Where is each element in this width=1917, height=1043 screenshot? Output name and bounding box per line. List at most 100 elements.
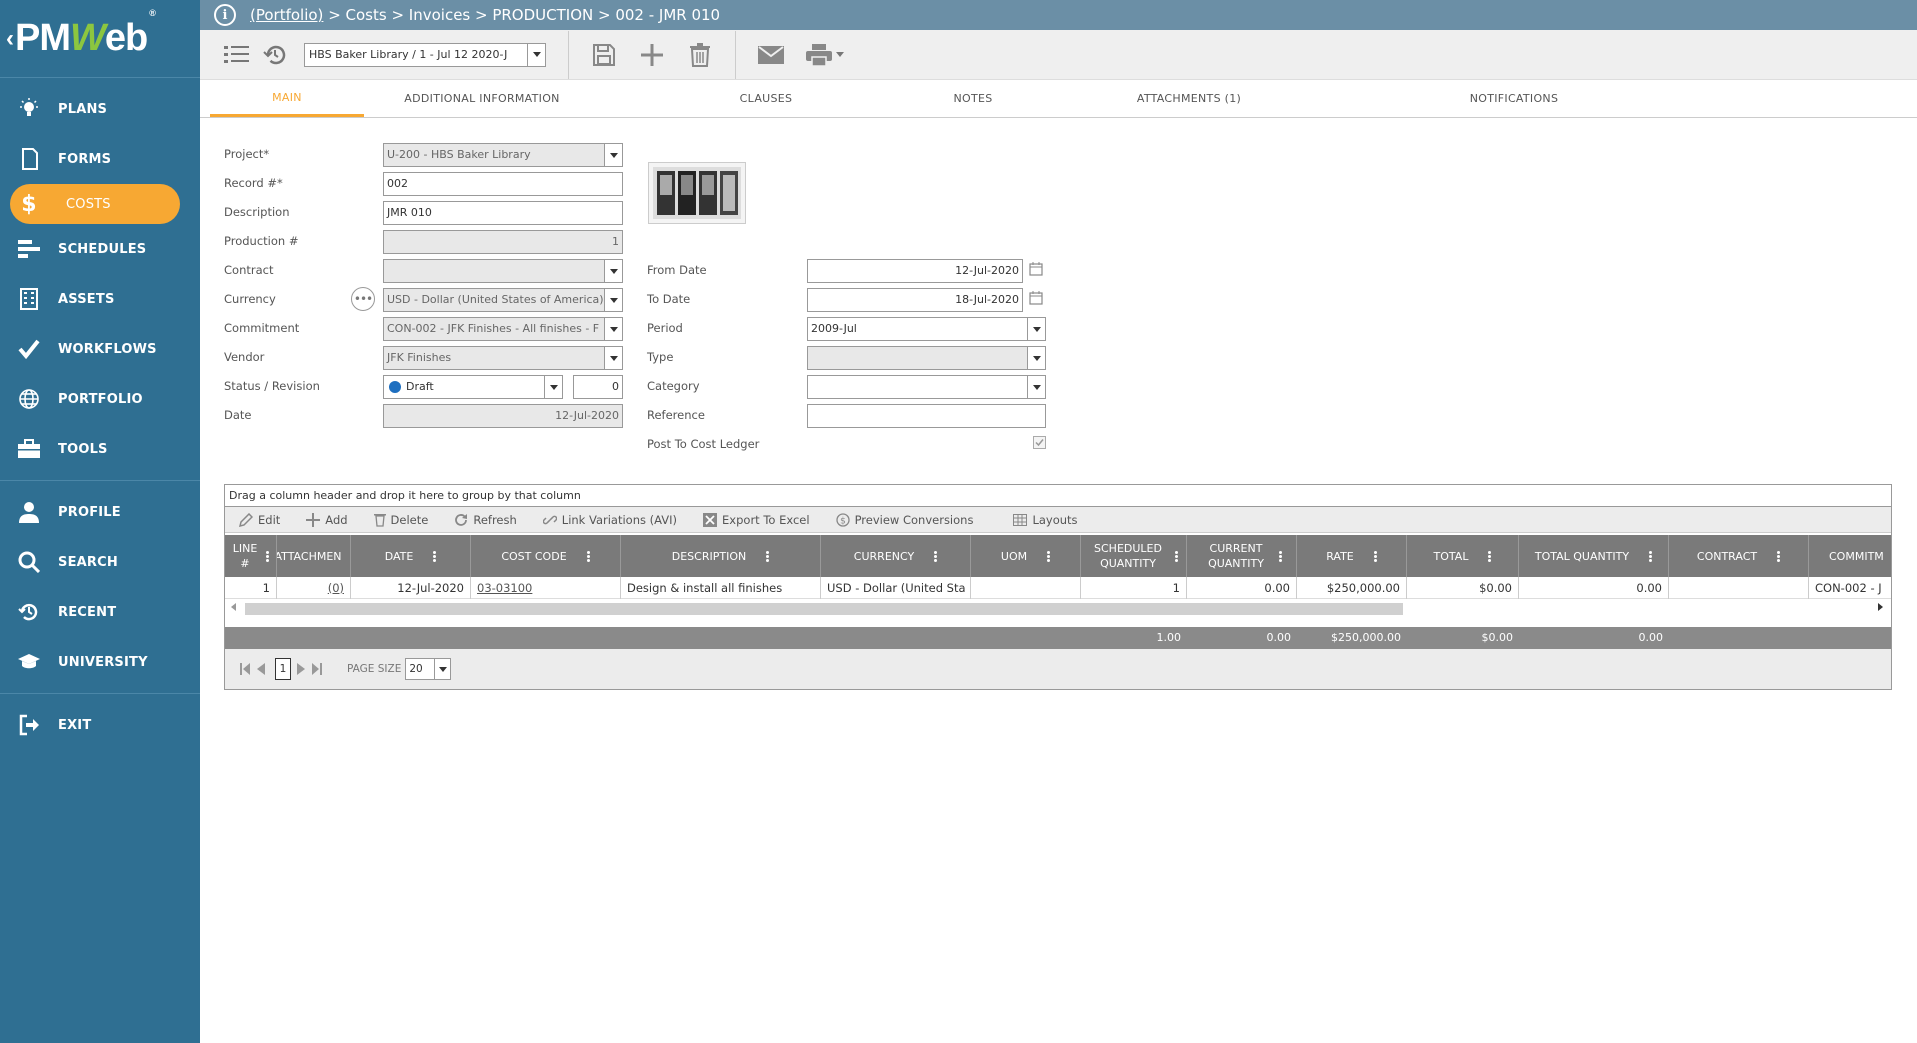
scrollbar-thumb[interactable] [245,603,1403,615]
column-menu-icon[interactable] [934,550,938,563]
column-menu-icon[interactable] [1175,550,1178,563]
save-button[interactable] [585,36,623,74]
column-menu-icon[interactable] [433,550,437,563]
grid-layouts-button[interactable]: Layouts [1013,513,1078,527]
chevron-down-icon[interactable] [604,260,622,282]
chevron-down-icon[interactable] [544,376,562,398]
chevron-down-icon[interactable] [1027,347,1045,369]
column-menu-icon[interactable] [266,550,269,563]
column-header-scheduled-quantity[interactable]: SCHEDULED QUANTITY [1081,535,1187,577]
horizontal-scrollbar[interactable] [225,601,1891,615]
scroll-left-icon[interactable] [231,603,236,611]
category-select[interactable] [807,375,1046,399]
grid-delete-button[interactable]: Delete [373,513,428,527]
grid-edit-button[interactable]: Edit [239,512,280,527]
current-page-number[interactable]: 1 [275,658,291,680]
period-select[interactable]: 2009-Jul [807,317,1046,341]
chevron-down-icon[interactable] [604,289,622,311]
status-select[interactable]: Draft [383,375,563,399]
tab-attachments[interactable]: ATTACHMENTS (1) [1014,80,1364,117]
column-menu-icon[interactable] [586,550,590,563]
sidebar-item-university[interactable]: UNIVERSITY [0,637,200,687]
email-button[interactable] [752,36,790,74]
chevron-down-icon[interactable] [604,144,622,166]
currency-select[interactable]: USD - Dollar (United States of America) [383,288,623,312]
column-header-currency[interactable]: CURRENCY [821,535,971,577]
reference-input[interactable] [807,404,1046,428]
breadcrumb-portfolio-link[interactable]: (Portfolio) [250,6,323,24]
first-page-icon[interactable] [239,662,251,676]
pmweb-logo[interactable]: ‹ PM Web ® [0,0,200,78]
tab-clauses[interactable]: CLAUSES [600,80,932,117]
sidebar-item-profile[interactable]: PROFILE [0,487,200,537]
delete-button[interactable] [681,36,719,74]
grid-refresh-button[interactable]: Refresh [454,513,517,527]
column-header-uom[interactable]: UOM [971,535,1081,577]
sidebar-item-schedules[interactable]: SCHEDULES [0,224,200,274]
from-date-input[interactable]: 12-Jul-2020 [807,259,1023,283]
sidebar-item-portfolio[interactable]: PORTFOLIO [0,374,200,424]
chevron-down-icon[interactable] [604,318,622,340]
sidebar-item-forms[interactable]: FORMS [0,134,200,184]
sidebar-item-plans[interactable]: PLANS [0,84,200,134]
column-header-description[interactable]: DESCRIPTION [621,535,821,577]
column-menu-icon[interactable] [1047,550,1051,563]
sidebar-item-exit[interactable]: EXIT [0,700,200,750]
column-header-current-quantity[interactable]: CURRENT QUANTITY [1187,535,1297,577]
table-row[interactable]: 1 (0) 12-Jul-2020 03-03100 Design & inst… [225,577,1891,599]
print-button[interactable] [800,36,850,74]
chevron-down-icon[interactable] [527,43,545,66]
previous-page-icon[interactable] [255,662,267,676]
list-view-button[interactable] [218,36,256,74]
column-header-line[interactable]: LINE # [225,535,277,577]
last-page-icon[interactable] [311,662,323,676]
add-button[interactable] [633,36,671,74]
tab-notifications[interactable]: NOTIFICATIONS [1364,80,1664,117]
column-header-contract[interactable]: CONTRACT [1669,535,1809,577]
grid-add-button[interactable]: Add [306,512,348,527]
column-menu-icon[interactable] [1777,550,1781,563]
scroll-right-icon[interactable] [1878,603,1883,611]
grid-export-excel-button[interactable]: Export To Excel [703,512,810,527]
column-menu-icon[interactable] [1488,550,1492,563]
sidebar-item-workflows[interactable]: WORKFLOWS [0,324,200,374]
record-thumbnail-image[interactable] [648,162,746,224]
sidebar-item-costs[interactable]: $ COSTS [10,184,180,224]
type-select[interactable] [807,346,1046,370]
column-header-commitment[interactable]: COMMITM [1809,535,1893,577]
column-header-total-quantity[interactable]: TOTAL QUANTITY [1519,535,1669,577]
sidebar-item-search[interactable]: SEARCH [0,537,200,587]
column-menu-icon[interactable] [1649,550,1653,563]
column-menu-icon[interactable] [1279,550,1282,563]
chevron-down-icon[interactable] [836,52,844,57]
column-header-attachments[interactable]: ATTACHMEN [277,535,351,577]
record-selector[interactable]: HBS Baker Library / 1 - Jul 12 2020-J [304,42,546,67]
chevron-down-icon[interactable] [434,659,450,679]
sidebar-item-assets[interactable]: ASSETS [0,274,200,324]
column-menu-icon[interactable] [766,550,770,563]
next-page-icon[interactable] [295,662,307,676]
project-select[interactable]: U-200 - HBS Baker Library [383,143,623,167]
tab-additional-information[interactable]: ADDITIONAL INFORMATION [364,80,600,117]
sidebar-item-recent[interactable]: RECENT [0,587,200,637]
currency-options-button[interactable]: ••• [351,287,375,311]
sidebar-item-tools[interactable]: TOOLS [0,424,200,474]
chevron-down-icon[interactable] [604,347,622,369]
tab-notes[interactable]: NOTES [932,80,1014,117]
description-input[interactable]: JMR 010 [383,201,623,225]
page-size-select[interactable]: 20 [405,658,452,680]
revision-input[interactable]: 0 [573,375,623,399]
column-header-date[interactable]: DATE [351,535,471,577]
tab-main[interactable]: MAIN [210,80,364,117]
column-menu-icon[interactable] [1373,550,1377,563]
column-header-total[interactable]: TOTAL [1407,535,1519,577]
cost-code-link[interactable]: 03-03100 [477,581,532,595]
record-number-input[interactable]: 002 [383,172,623,196]
commitment-select[interactable]: CON-002 - JFK Finishes - All finishes - … [383,317,623,341]
contract-select[interactable] [383,259,623,283]
info-icon[interactable]: i [214,4,236,26]
column-header-cost-code[interactable]: COST CODE [471,535,621,577]
chevron-down-icon[interactable] [1027,318,1045,340]
group-by-drop-zone[interactable]: Drag a column header and drop it here to… [225,485,1891,507]
chevron-down-icon[interactable] [1027,376,1045,398]
